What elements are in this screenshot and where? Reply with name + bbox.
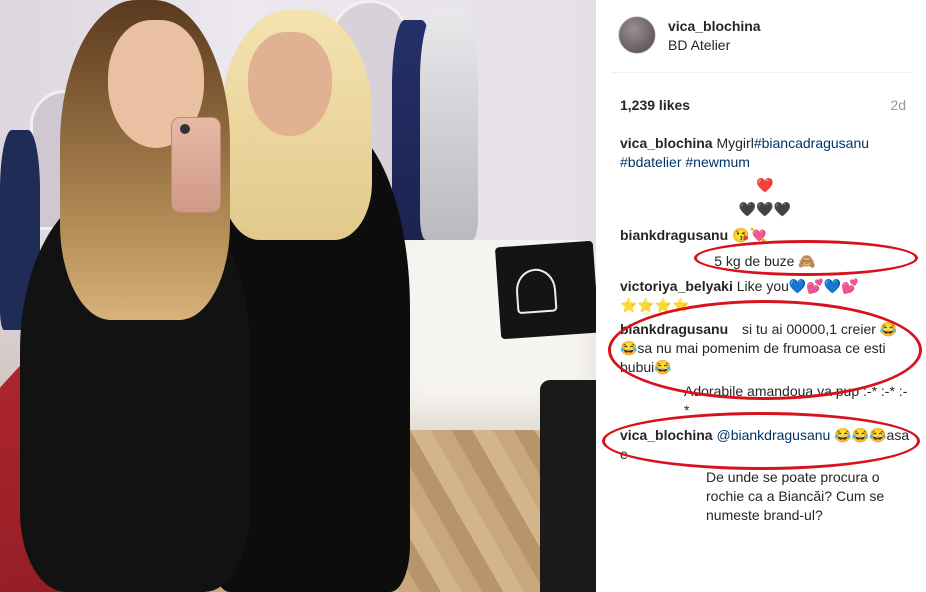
annotation-ellipse xyxy=(602,412,920,470)
comment-text: De unde se poate procura o rochie ca a B… xyxy=(706,469,885,523)
photo-shopping-bag xyxy=(494,240,596,340)
black-hearts-line: 🖤🖤🖤 xyxy=(738,201,792,217)
likes-count[interactable]: 1,239 likes xyxy=(620,97,690,113)
heart-line: ❤️ xyxy=(756,177,774,193)
post-header: vica_blochina BD Atelier xyxy=(618,16,918,56)
post-time-ago[interactable]: 2d xyxy=(890,97,906,113)
header-location[interactable]: BD Atelier xyxy=(668,37,730,53)
post-sidebar: vica_blochina BD Atelier 1,239 likes 2d … xyxy=(596,0,926,592)
header-username[interactable]: vica_blochina xyxy=(668,18,761,34)
annotation-ellipse xyxy=(694,240,918,276)
comment-text: Mygirl xyxy=(716,135,754,151)
annotation-ellipse xyxy=(608,300,922,400)
hashtag-link[interactable]: #newmum xyxy=(685,154,750,170)
photo-silver-gown xyxy=(420,10,478,240)
header-divider xyxy=(612,72,910,73)
phone-camera-icon xyxy=(180,124,190,134)
photo-black-bin xyxy=(540,380,596,592)
post-photo[interactable] xyxy=(0,0,596,592)
hashtag-link[interactable]: #bdatelier xyxy=(620,154,682,170)
photo-smartphone xyxy=(172,118,220,212)
comment-username[interactable]: biankdragusanu xyxy=(620,227,728,243)
photo-woman-right-face xyxy=(248,32,332,136)
avatar[interactable] xyxy=(618,16,656,54)
hashtag-link[interactable]: #biancadragusanu xyxy=(754,135,869,151)
bag-logo-icon xyxy=(514,267,558,315)
comment-username[interactable]: vica_blochina xyxy=(620,135,713,151)
comment-username[interactable]: victoriya_belyaki xyxy=(620,278,733,294)
list-item: vica_blochina Mygirl#biancadragusanu #bd… xyxy=(620,134,910,172)
